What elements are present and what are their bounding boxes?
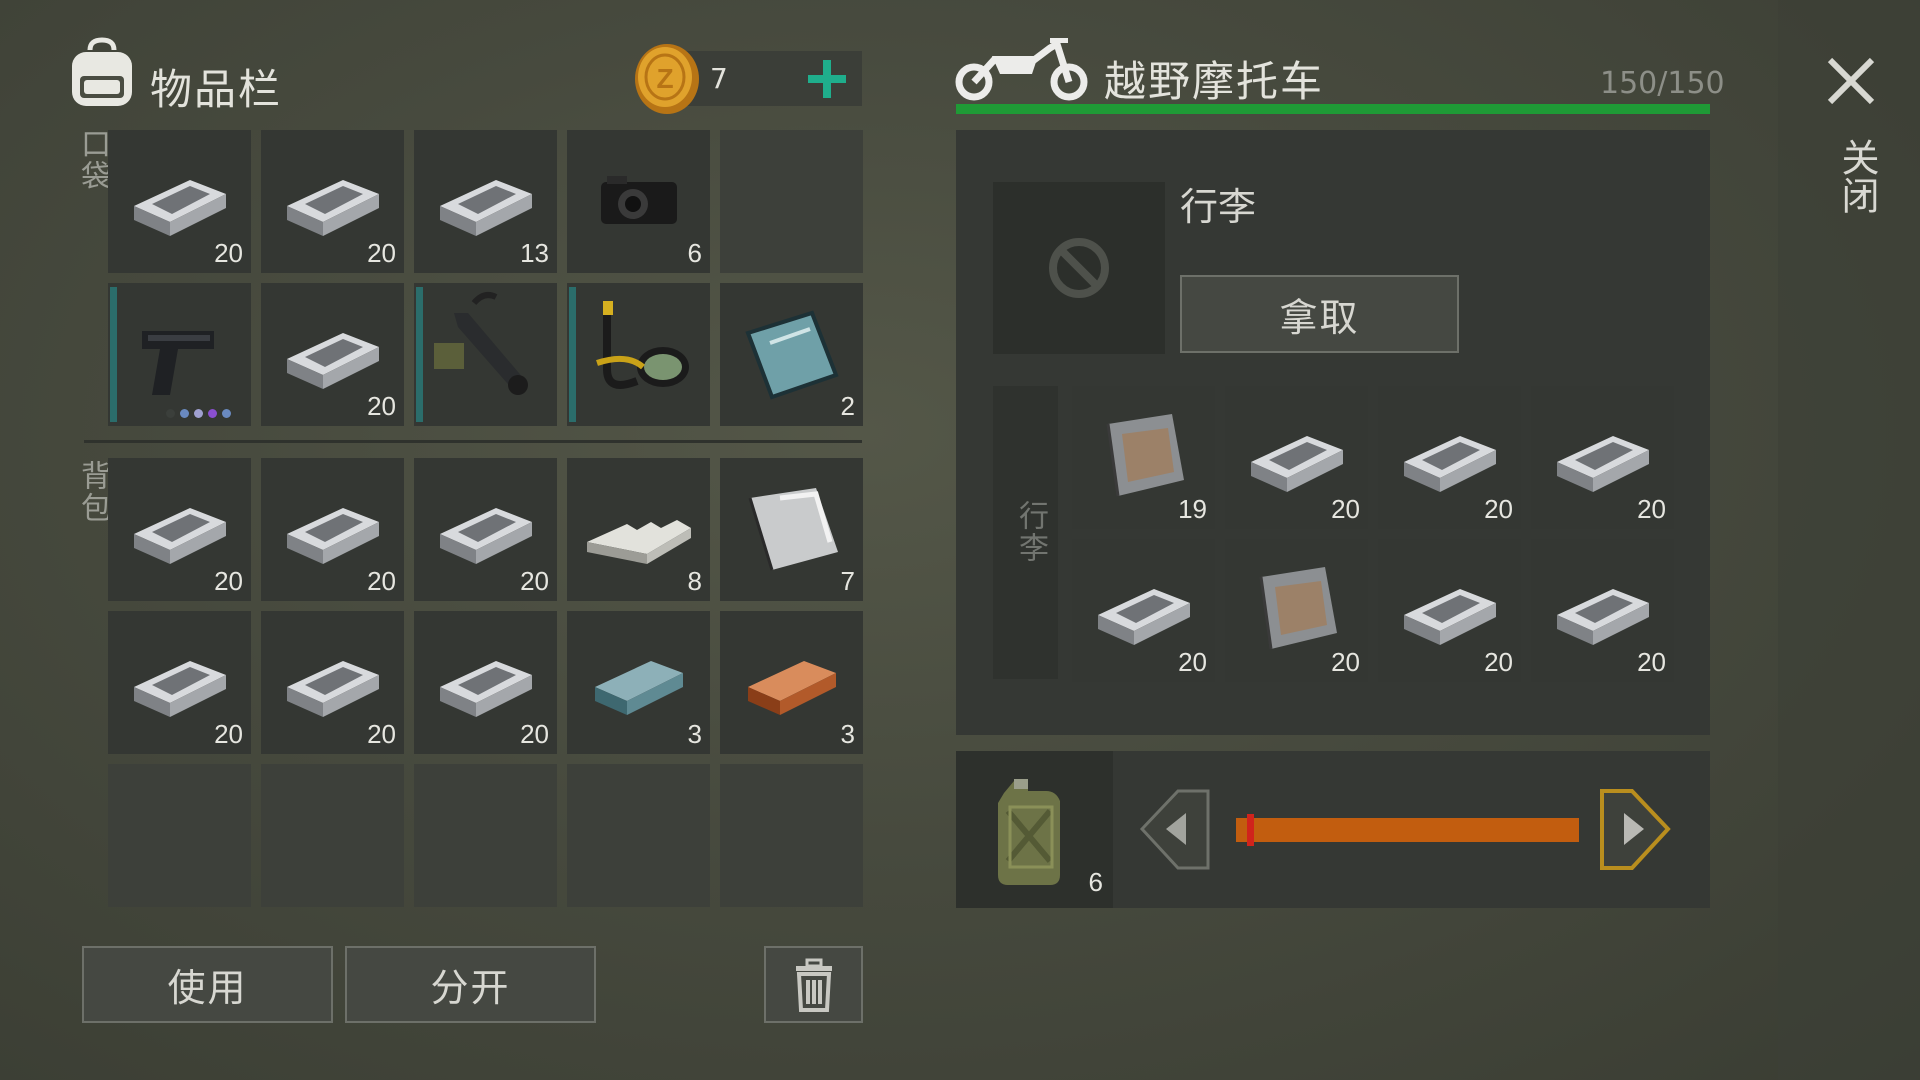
item-count: 8 — [687, 566, 702, 596]
vehicle-title: 越野摩托车 — [1104, 57, 1325, 106]
item-count: 20 — [214, 238, 243, 268]
close-label: 关闭 — [1835, 138, 1879, 214]
prohibited-icon — [1049, 238, 1109, 298]
inventory-slot[interactable] — [567, 283, 710, 426]
section-divider — [84, 440, 862, 443]
luggage-title: 行李 — [1180, 185, 1257, 229]
inventory-slot[interactable]: 20 — [1225, 386, 1368, 529]
fuel-increase-button[interactable] — [1598, 787, 1673, 872]
inventory-slot[interactable] — [414, 283, 557, 426]
grenade-launcher-icon — [434, 292, 528, 395]
vehicle-durability: 150/150 — [1600, 66, 1725, 101]
item-count: 6 — [687, 238, 702, 268]
inventory-slot[interactable]: 20 — [108, 458, 251, 601]
item-count: 20 — [1484, 647, 1513, 677]
inventory-slot[interactable]: 20 — [1531, 386, 1674, 529]
inventory-slot[interactable]: 2 — [720, 283, 863, 426]
item-count: 20 — [367, 391, 396, 421]
inventory-slot[interactable]: 6 — [567, 130, 710, 273]
durability-fill — [956, 104, 1710, 114]
arrow-right-icon — [1600, 789, 1671, 870]
item-count: 20 — [1484, 494, 1513, 524]
item-count: 13 — [520, 238, 549, 268]
inventory-slot[interactable]: 20 — [261, 458, 404, 601]
item-count: 20 — [367, 566, 396, 596]
close-icon — [1827, 57, 1875, 105]
fuel-count: 6 — [1088, 867, 1103, 897]
inventory-slot[interactable] — [720, 764, 863, 907]
inventory-slot[interactable]: 20 — [261, 130, 404, 273]
inventory-title: 物品栏 — [150, 65, 283, 114]
inventory-slot[interactable]: 20 — [1531, 539, 1674, 682]
item-count: 3 — [840, 719, 855, 749]
item-count: 20 — [214, 566, 243, 596]
no-image-slot — [993, 182, 1165, 354]
durability-bar — [956, 104, 1710, 114]
inventory-slot[interactable]: 20 — [261, 611, 404, 754]
motorcycle-icon — [954, 34, 1089, 102]
inventory-slot[interactable]: 13 — [414, 130, 557, 273]
item-count: 20 — [214, 719, 243, 749]
item-count: 20 — [1178, 647, 1207, 677]
inventory-slot[interactable]: 3 — [567, 611, 710, 754]
inventory-slot[interactable] — [108, 764, 251, 907]
inventory-slot[interactable] — [261, 764, 404, 907]
arrow-left-icon — [1139, 789, 1210, 870]
inventory-slot[interactable]: 20 — [1378, 539, 1521, 682]
item-count: 20 — [520, 719, 549, 749]
item-count: 20 — [520, 566, 549, 596]
inventory-slot[interactable] — [108, 283, 251, 426]
inventory-slot[interactable]: 19 — [1072, 386, 1215, 529]
inventory-slot[interactable]: 20 — [1378, 386, 1521, 529]
item-count: 20 — [1637, 494, 1666, 524]
inventory-slot[interactable] — [414, 764, 557, 907]
item-count: 20 — [1331, 494, 1360, 524]
coin-icon: Z — [632, 42, 702, 116]
fuel-slot[interactable]: 6 — [956, 751, 1113, 908]
inventory-slot[interactable] — [720, 130, 863, 273]
inventory-slot[interactable]: 20 — [108, 611, 251, 754]
delete-button[interactable] — [764, 946, 863, 1023]
snorkel-mask-icon — [596, 301, 689, 389]
trash-icon — [795, 958, 832, 1012]
item-count: 20 — [367, 719, 396, 749]
coin-count: 7 — [710, 62, 728, 95]
inventory-slot[interactable]: 20 — [1225, 539, 1368, 682]
mod-dots — [166, 409, 231, 418]
inventory-slot[interactable] — [567, 764, 710, 907]
take-button[interactable]: 拿取 — [1180, 275, 1459, 353]
inventory-slot[interactable]: 7 — [720, 458, 863, 601]
item-count: 20 — [1331, 647, 1360, 677]
inventory-slot[interactable]: 8 — [567, 458, 710, 601]
inventory-slot[interactable]: 20 — [1072, 539, 1215, 682]
item-count: 7 — [840, 566, 855, 596]
inventory-slot[interactable]: 20 — [414, 611, 557, 754]
plus-icon — [808, 60, 846, 98]
inventory-slot[interactable]: 20 — [414, 458, 557, 601]
inventory-slot[interactable]: 3 — [720, 611, 863, 754]
inventory-slot[interactable]: 20 — [108, 130, 251, 273]
backpack-icon — [66, 36, 138, 110]
item-count: 2 — [840, 391, 855, 421]
split-button[interactable]: 分开 — [345, 946, 596, 1023]
fuel-decrease-button[interactable] — [1138, 787, 1213, 872]
item-count: 20 — [367, 238, 396, 268]
luggage-side-label: 行李 — [1013, 500, 1048, 564]
inventory-slot[interactable]: 20 — [261, 283, 404, 426]
use-button[interactable]: 使用 — [82, 946, 333, 1023]
item-count: 19 — [1178, 494, 1207, 524]
fuel-slider-track[interactable] — [1236, 818, 1579, 842]
close-button[interactable]: 关闭 — [1820, 50, 1882, 230]
item-count: 20 — [1637, 647, 1666, 677]
item-count: 3 — [687, 719, 702, 749]
svg-text:Z: Z — [656, 63, 673, 94]
add-coins-button[interactable] — [800, 52, 854, 106]
pistol-icon — [142, 331, 214, 395]
fuel-slider-handle[interactable] — [1246, 814, 1254, 846]
